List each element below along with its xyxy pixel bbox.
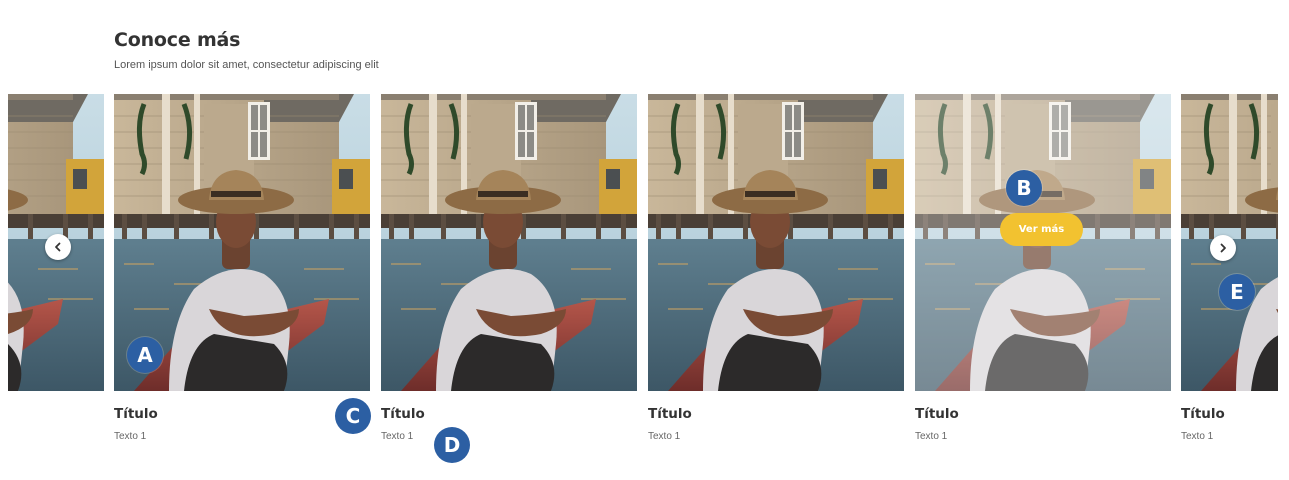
card-title: Título xyxy=(114,406,158,422)
carousel: Título Texto 1 Título Texto 1 Título Tex… xyxy=(0,94,1289,454)
annotation-marker-e: E xyxy=(1219,274,1255,310)
carousel-card-partial-left[interactable] xyxy=(8,94,104,444)
card-title: Título xyxy=(381,406,425,422)
carousel-card-2[interactable]: Título Texto 1 xyxy=(381,94,637,444)
card-text: Texto 1 xyxy=(114,431,147,442)
carousel-card-3[interactable]: Título Texto 1 xyxy=(648,94,904,444)
card-title: Título xyxy=(915,406,959,422)
carousel-card-1[interactable]: Título Texto 1 xyxy=(114,94,370,444)
annotation-marker-b: B xyxy=(1006,170,1042,206)
annotation-marker-a: A xyxy=(127,337,163,373)
chevron-right-icon xyxy=(1220,243,1226,253)
chevron-left-icon xyxy=(55,242,61,252)
carousel-card-partial-right[interactable]: Título Texto 1 xyxy=(1181,94,1278,444)
ver-mas-button[interactable]: Ver más xyxy=(1000,213,1083,246)
card-image xyxy=(648,94,904,391)
card-text: Texto 1 xyxy=(915,431,948,442)
card-image xyxy=(381,94,637,391)
carousel-prev-button[interactable] xyxy=(45,234,71,260)
section-header: Conoce más Lorem ipsum dolor sit amet, c… xyxy=(114,28,614,72)
card-text: Texto 1 xyxy=(1181,431,1214,442)
card-text: Texto 1 xyxy=(648,431,681,442)
section-subtitle: Lorem ipsum dolor sit amet, consectetur … xyxy=(114,59,379,71)
carousel-card-4-hovered[interactable]: Ver más Título Texto 1 xyxy=(915,94,1171,444)
card-text: Texto 1 xyxy=(381,431,414,442)
annotation-marker-c: C xyxy=(335,398,371,434)
annotation-marker-d: D xyxy=(434,427,470,463)
card-title: Título xyxy=(1181,406,1225,422)
section-title: Conoce más xyxy=(114,29,241,51)
card-title: Título xyxy=(648,406,692,422)
card-image: Ver más xyxy=(915,94,1171,391)
carousel-next-button[interactable] xyxy=(1210,235,1236,261)
